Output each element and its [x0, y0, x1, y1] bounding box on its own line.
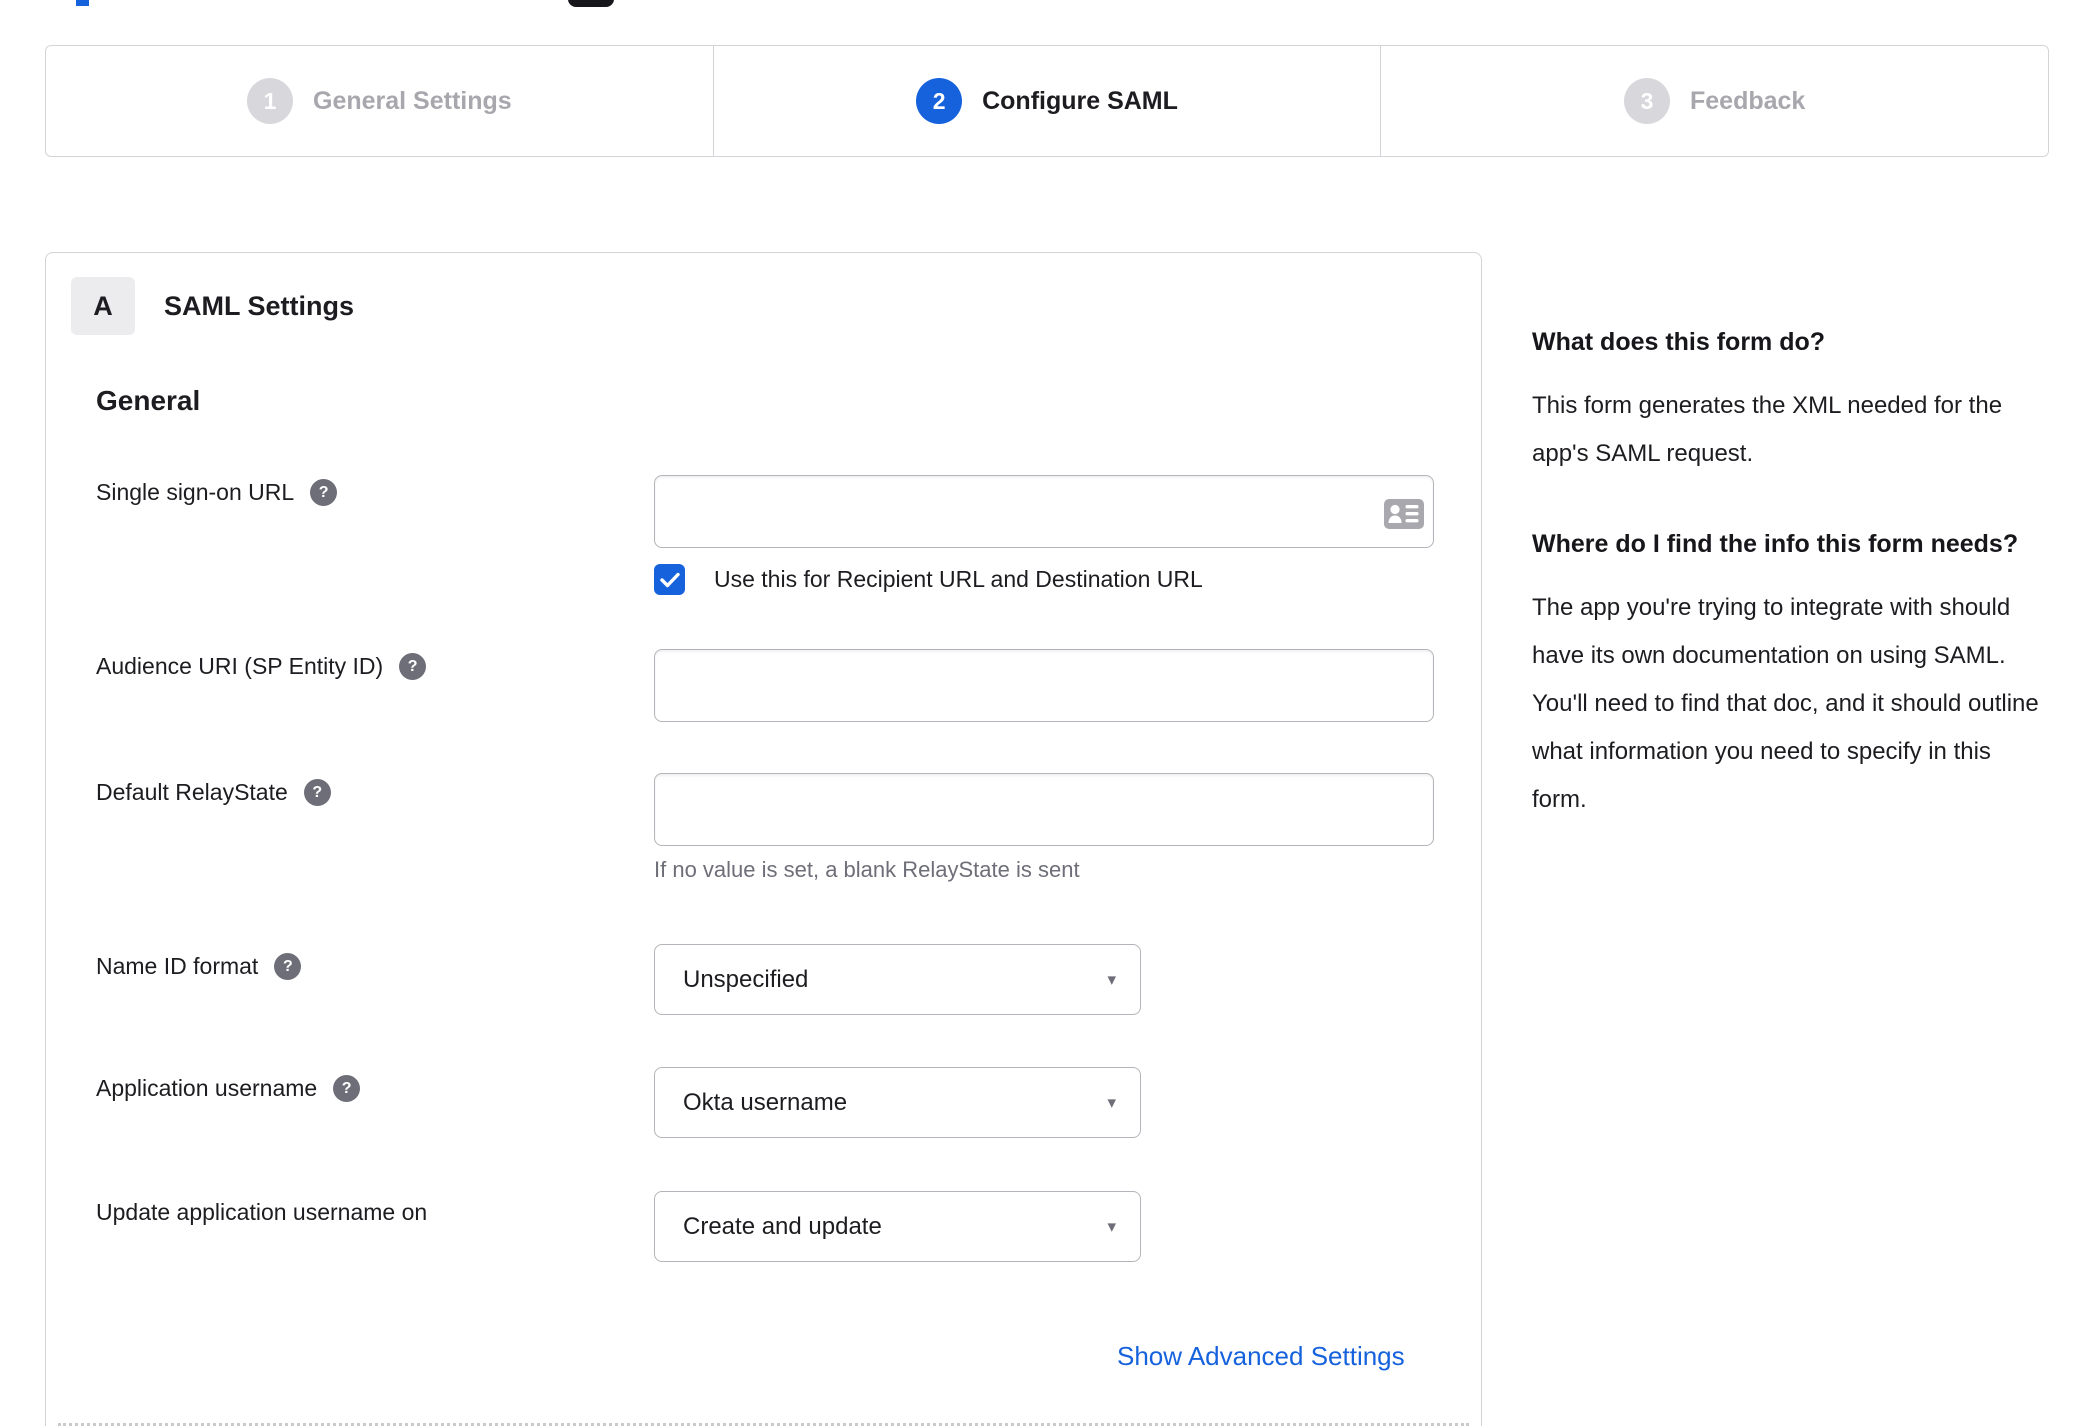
- chevron-down-icon: ▾: [1107, 1092, 1116, 1112]
- recipient-url-checkbox-label[interactable]: Use this for Recipient URL and Destinati…: [714, 566, 1203, 593]
- sso-url-label: Single sign-on URL: [96, 479, 295, 505]
- nameid-help-icon[interactable]: ?: [274, 953, 302, 980]
- clipped-logo-fragment: [76, 0, 89, 6]
- sidebar-heading-what: What does this form do?: [1532, 328, 1826, 356]
- sidebar-paragraph-what: This form generates the XML needed for t…: [1532, 392, 2003, 467]
- audience-uri-input[interactable]: [654, 649, 1434, 722]
- update-username-label: Update application username on: [96, 1199, 428, 1225]
- clipped-heading-fragment: [568, 0, 614, 7]
- sso-url-input[interactable]: [654, 475, 1434, 548]
- app-username-label-row: Application username ?: [96, 1075, 361, 1102]
- step-2-label: Configure SAML: [982, 86, 1178, 115]
- contact-card-icon: [1384, 499, 1424, 529]
- app-username-help-icon[interactable]: ?: [333, 1075, 361, 1102]
- nameid-label: Name ID format: [96, 953, 259, 979]
- update-username-label-row: Update application username on: [96, 1199, 427, 1226]
- step-3-number-badge: 3: [1624, 78, 1670, 124]
- wizard-stepper: 1 General Settings 2 Configure SAML 3 Fe…: [45, 45, 2049, 157]
- nameid-label-row: Name ID format ?: [96, 953, 302, 980]
- relaystate-label-row: Default RelayState ?: [96, 779, 331, 806]
- general-section-heading: General: [96, 385, 201, 416]
- relaystate-input[interactable]: [654, 773, 1434, 846]
- show-advanced-settings-link[interactable]: Show Advanced Settings: [1117, 1341, 1437, 1372]
- step-general-settings[interactable]: 1 General Settings: [46, 46, 714, 156]
- step-3-label: Feedback: [1690, 86, 1806, 115]
- audience-uri-label-row: Audience URI (SP Entity ID) ?: [96, 653, 427, 680]
- step-1-number-badge: 1: [247, 78, 293, 124]
- relaystate-help-icon[interactable]: ?: [303, 779, 331, 806]
- saml-settings-card: A SAML Settings General Single sign-on U…: [45, 252, 1482, 1426]
- app-username-selected-value: Okta username: [683, 1088, 848, 1116]
- section-a-badge: A: [71, 277, 135, 335]
- recipient-url-checkbox[interactable]: [654, 564, 685, 595]
- nameid-selected-value: Unspecified: [683, 965, 809, 993]
- audience-uri-help-icon[interactable]: ?: [399, 653, 427, 680]
- step-1-label: General Settings: [313, 86, 512, 115]
- sidebar-heading-where: Where do I find the info this form needs…: [1532, 530, 2019, 558]
- step-configure-saml[interactable]: 2 Configure SAML: [714, 46, 1382, 156]
- chevron-down-icon: ▾: [1107, 969, 1116, 989]
- sidebar-paragraph-where: The app you're trying to integrate with …: [1532, 594, 2039, 813]
- app-username-label: Application username: [96, 1075, 318, 1101]
- step-2-number-badge: 2: [916, 78, 963, 124]
- relaystate-label: Default RelayState: [96, 779, 288, 805]
- update-username-selected-value: Create and update: [683, 1212, 882, 1240]
- nameid-select[interactable]: Unspecified ▾: [654, 944, 1141, 1015]
- audience-uri-label: Audience URI (SP Entity ID): [96, 653, 384, 679]
- step-feedback[interactable]: 3 Feedback: [1381, 46, 2048, 156]
- chevron-down-icon: ▾: [1107, 1216, 1116, 1236]
- sso-url-label-row: Single sign-on URL ?: [96, 479, 338, 506]
- app-username-select[interactable]: Okta username ▾: [654, 1067, 1141, 1138]
- help-sidebar: What does this form do? This form genera…: [1532, 318, 2044, 866]
- saml-settings-title: SAML Settings: [164, 291, 355, 321]
- update-username-select[interactable]: Create and update ▾: [654, 1191, 1141, 1262]
- configure-saml-page: 1 General Settings 2 Configure SAML 3 Fe…: [0, 0, 2092, 1426]
- sso-url-help-icon[interactable]: ?: [310, 479, 338, 506]
- relaystate-hint: If no value is set, a blank RelayState i…: [654, 857, 1080, 882]
